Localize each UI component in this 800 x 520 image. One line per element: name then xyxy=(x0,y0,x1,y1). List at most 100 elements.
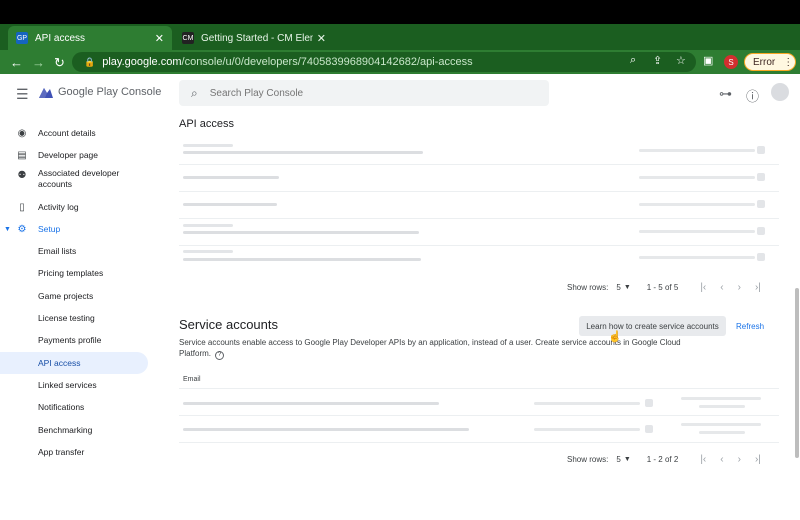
close-tab-icon[interactable]: ✕ xyxy=(155,32,164,45)
group-icon: ⚉ xyxy=(17,170,27,181)
menu-icon[interactable]: ☰ xyxy=(16,86,29,103)
refresh-button[interactable]: Refresh xyxy=(736,316,764,336)
rows-select[interactable]: 5 xyxy=(616,455,620,464)
sidebar-item-label: Account details xyxy=(38,128,96,138)
account-avatar[interactable] xyxy=(771,83,789,101)
web-page-icon: ▤ xyxy=(17,149,27,161)
sidebar-item-label: Activity log xyxy=(38,202,79,212)
sidebar-item-label: Pricing templates xyxy=(38,268,104,278)
tab-title: Getting Started - CM Elements xyxy=(201,32,313,44)
show-rows-label: Show rows: xyxy=(567,454,609,464)
scrollbar-thumb[interactable] xyxy=(795,288,799,458)
first-page-icon[interactable]: |‹ xyxy=(700,454,706,465)
sidebar-item-app-transfer[interactable]: App transfer xyxy=(0,442,148,462)
search-input[interactable] xyxy=(209,87,510,99)
zoom-search-icon[interactable]: ⌕ xyxy=(630,54,636,67)
brand-name: Google Play Console xyxy=(58,86,162,98)
learn-service-accounts-button[interactable]: Learn how to create service accounts xyxy=(579,316,726,336)
play-console-favicon-icon: GP xyxy=(16,32,28,44)
tab-strip: GP API access ✕ CM Getting Started - CM … xyxy=(0,24,800,68)
account-circle-icon: ◉ xyxy=(17,127,27,139)
previous-page-icon[interactable]: ‹ xyxy=(720,454,723,465)
sidebar-item-activity-log[interactable]: ▯ Activity log xyxy=(0,197,148,217)
show-rows-label: Show rows: xyxy=(567,282,609,292)
email-column-header: Email xyxy=(183,376,201,383)
table-row xyxy=(179,223,771,241)
last-page-icon[interactable]: ›| xyxy=(755,282,761,293)
sidebar-item-notifications[interactable]: Notifications xyxy=(0,397,148,417)
gear-icon: ⚙ xyxy=(17,223,27,235)
cm-favicon-icon: CM xyxy=(182,32,194,44)
tab-api-access[interactable]: GP API access ✕ xyxy=(8,26,172,50)
error-label: Error xyxy=(753,56,776,68)
sidebar-item-label: App transfer xyxy=(38,447,85,457)
reload-icon[interactable]: ↻ xyxy=(54,55,65,71)
scrollbar[interactable] xyxy=(794,74,800,520)
sidebar-item-game-projects[interactable]: Game projects xyxy=(0,286,148,306)
sidebar-item-label: Email lists xyxy=(38,246,77,256)
sidebar-item-pricing-templates[interactable]: Pricing templates xyxy=(0,263,148,283)
side-panel-icon[interactable]: ▣ xyxy=(703,54,713,67)
sidebar-item-label: Notifications xyxy=(38,402,85,412)
page-range: 1 - 2 of 2 xyxy=(646,454,679,464)
url-text: play.google.com/console/u/0/developers/7… xyxy=(102,56,473,68)
table-row xyxy=(179,196,771,214)
last-page-icon[interactable]: ›| xyxy=(755,454,761,465)
help-icon[interactable]: ⓘ xyxy=(746,86,759,105)
next-page-icon[interactable]: › xyxy=(738,282,741,293)
search-icon: ⌕ xyxy=(191,85,198,100)
help-circle-icon[interactable]: ? xyxy=(215,351,225,360)
sidebar-item-setup[interactable]: ⚙ Setup xyxy=(0,219,148,239)
previous-page-icon[interactable]: ‹ xyxy=(720,282,723,293)
main-content: API access Show rows: 5 ▼ 1 - 5 of 5 |‹ … xyxy=(160,112,790,520)
app-header: ☰ Google Play Console ⌕ ⊶ ⓘ xyxy=(0,74,800,112)
sidebar-item-email-lists[interactable]: Email lists xyxy=(0,241,148,261)
hand-cursor-icon: ☝ xyxy=(608,331,622,343)
dropdown-arrow-icon[interactable]: ▼ xyxy=(624,456,631,463)
sidebar-item-developer-page[interactable]: ▤ Developer page xyxy=(0,145,148,165)
address-bar[interactable]: 🔒 play.google.com/console/u/0/developers… xyxy=(72,52,696,72)
first-page-icon[interactable]: |‹ xyxy=(700,282,706,293)
service-accounts-pagination: Show rows: 5 ▼ 1 - 2 of 2 |‹ ‹ › ›| xyxy=(567,452,775,466)
share-icon[interactable]: ⇪ xyxy=(653,54,662,67)
page-range: 1 - 5 of 5 xyxy=(646,282,679,292)
tab-getting-started[interactable]: CM Getting Started - CM Elements ✕ xyxy=(174,26,334,50)
sidebar-item-account-details[interactable]: ◉ Account details xyxy=(0,123,148,143)
next-page-icon[interactable]: › xyxy=(738,454,741,465)
sidebar-item-label: Linked services xyxy=(38,380,97,390)
sidebar-item-label: License testing xyxy=(38,313,95,323)
sidebar-item-license-testing[interactable]: License testing xyxy=(0,308,148,328)
service-accounts-title: Service accounts xyxy=(179,317,278,332)
play-console-logo-icon xyxy=(39,88,53,98)
close-tab-icon[interactable]: ✕ xyxy=(317,32,326,45)
sidebar-item-api-access[interactable]: API access xyxy=(0,352,148,374)
search-bar[interactable]: ⌕ xyxy=(179,80,549,106)
projects-pagination: Show rows: 5 ▼ 1 - 5 of 5 |‹ ‹ › ›| xyxy=(567,280,775,294)
back-arrow-icon[interactable]: ← xyxy=(10,55,23,70)
table-row xyxy=(179,169,771,187)
bookmark-star-icon[interactable]: ☆ xyxy=(676,54,686,67)
sidebar-item-label: API access xyxy=(38,358,81,368)
table-row xyxy=(179,249,771,267)
link-icon[interactable]: ⊶ xyxy=(719,86,732,102)
lock-icon[interactable]: 🔒 xyxy=(84,57,95,68)
sidebar-item-benchmarking[interactable]: Benchmarking xyxy=(0,420,148,440)
sidebar-item-label: Benchmarking xyxy=(38,425,93,435)
rows-select[interactable]: 5 xyxy=(616,283,620,292)
sidebar-item-label: Game projects xyxy=(38,291,94,301)
profile-avatar[interactable]: S xyxy=(724,55,738,69)
sidebar-item-label: Associated developer accounts xyxy=(38,168,120,189)
sidebar-item-linked-services[interactable]: Linked services xyxy=(0,375,148,395)
play-console-app: ☰ Google Play Console ⌕ ⊶ ⓘ ◉ Account det… xyxy=(0,74,800,520)
sidebar-item-label: Payments profile xyxy=(38,335,102,345)
sidebar-item-associated-accounts[interactable]: ⚉ Associated developer accounts xyxy=(0,168,148,192)
browser-window: GP API access ✕ CM Getting Started - CM … xyxy=(0,0,800,520)
error-button[interactable]: Error ⋮ xyxy=(744,53,796,71)
table-row xyxy=(179,142,771,160)
forward-arrow-icon[interactable]: → xyxy=(32,55,45,70)
address-toolbar: ← → ↻ 🔒 play.google.com/console/u/0/deve… xyxy=(0,50,800,74)
sidebar-item-payments-profile[interactable]: Payments profile xyxy=(0,330,148,350)
dropdown-arrow-icon[interactable]: ▼ xyxy=(624,284,631,291)
tab-title: API access xyxy=(35,32,86,44)
document-icon: ▯ xyxy=(19,201,25,213)
